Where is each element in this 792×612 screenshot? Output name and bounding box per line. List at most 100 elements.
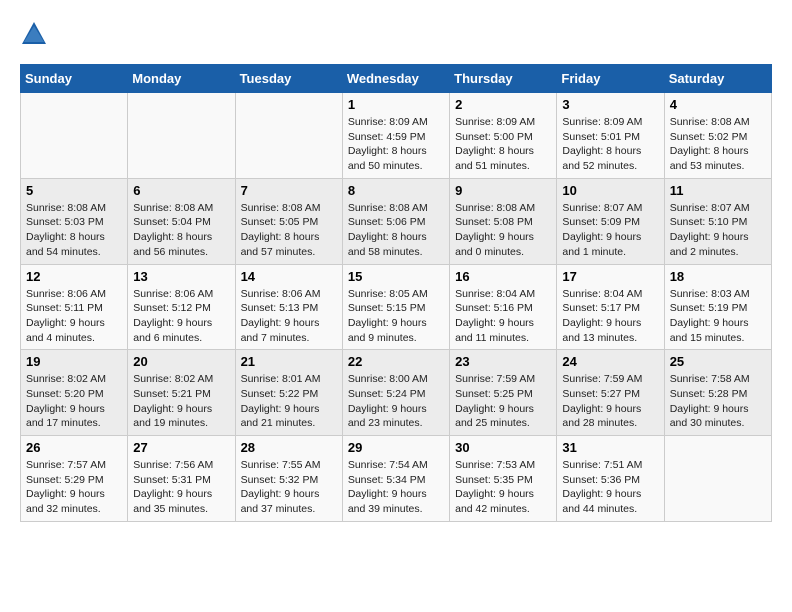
calendar-cell: 15 Sunrise: 8:05 AM Sunset: 5:15 PM Dayli…	[342, 264, 449, 350]
day-info: Sunrise: 8:02 AM Sunset: 5:21 PM Dayligh…	[133, 372, 229, 431]
day-info: Sunrise: 8:02 AM Sunset: 5:20 PM Dayligh…	[26, 372, 122, 431]
calendar-cell: 16 Sunrise: 8:04 AM Sunset: 5:16 PM Dayli…	[450, 264, 557, 350]
day-number: 12	[26, 269, 122, 284]
header-day-friday: Friday	[557, 65, 664, 93]
day-number: 11	[670, 183, 766, 198]
day-info: Sunrise: 7:58 AM Sunset: 5:28 PM Dayligh…	[670, 372, 766, 431]
calendar-cell: 6Sunrise: 8:08 AM Sunset: 5:04 PM Daylig…	[128, 178, 235, 264]
day-number: 2	[455, 97, 551, 112]
calendar-cell	[21, 93, 128, 179]
day-info: Sunrise: 7:54 AM Sunset: 5:34 PM Dayligh…	[348, 458, 444, 517]
day-info: Sunrise: 7:53 AM Sunset: 5:35 PM Dayligh…	[455, 458, 551, 517]
day-info: Sunrise: 7:56 AM Sunset: 5:31 PM Dayligh…	[133, 458, 229, 517]
day-number: 18	[670, 269, 766, 284]
day-info: Sunrise: 8:07 AM Sunset: 5:10 PM Dayligh…	[670, 201, 766, 260]
day-number: 5	[26, 183, 122, 198]
day-number: 13	[133, 269, 229, 284]
day-number: 29	[348, 440, 444, 455]
calendar-table: SundayMondayTuesdayWednesdayThursdayFrid…	[20, 64, 772, 522]
header-day-tuesday: Tuesday	[235, 65, 342, 93]
calendar-cell: 13 Sunrise: 8:06 AM Sunset: 5:12 PM Dayli…	[128, 264, 235, 350]
calendar-cell: 23Sunrise: 7:59 AM Sunset: 5:25 PM Dayli…	[450, 350, 557, 436]
day-number: 3	[562, 97, 658, 112]
day-number: 6	[133, 183, 229, 198]
calendar-cell: 9Sunrise: 8:08 AM Sunset: 5:08 PM Daylig…	[450, 178, 557, 264]
day-info: Sunrise: 8:07 AM Sunset: 5:09 PM Dayligh…	[562, 201, 658, 260]
calendar-cell: 21Sunrise: 8:01 AM Sunset: 5:22 PM Dayli…	[235, 350, 342, 436]
day-info: Sunrise: 8:09 AM Sunset: 4:59 PM Dayligh…	[348, 115, 444, 174]
day-number: 23	[455, 354, 551, 369]
calendar-cell: 14 Sunrise: 8:06 AM Sunset: 5:13 PM Dayli…	[235, 264, 342, 350]
day-info: Sunrise: 8:08 AM Sunset: 5:05 PM Dayligh…	[241, 201, 337, 260]
calendar-cell: 3 Sunrise: 8:09 AM Sunset: 5:01 PM Daylig…	[557, 93, 664, 179]
day-info: Sunrise: 7:51 AM Sunset: 5:36 PM Dayligh…	[562, 458, 658, 517]
day-info: Sunrise: 8:08 AM Sunset: 5:08 PM Dayligh…	[455, 201, 551, 260]
week-row-5: 26Sunrise: 7:57 AM Sunset: 5:29 PM Dayli…	[21, 436, 772, 522]
day-number: 24	[562, 354, 658, 369]
calendar-cell: 20 Sunrise: 8:02 AM Sunset: 5:21 PM Dayli…	[128, 350, 235, 436]
header-day-wednesday: Wednesday	[342, 65, 449, 93]
logo	[20, 20, 52, 48]
day-number: 26	[26, 440, 122, 455]
calendar-cell: 22Sunrise: 8:00 AM Sunset: 5:24 PM Dayli…	[342, 350, 449, 436]
day-info: Sunrise: 8:04 AM Sunset: 5:17 PM Dayligh…	[562, 287, 658, 346]
day-number: 27	[133, 440, 229, 455]
calendar-cell: 18 Sunrise: 8:03 AM Sunset: 5:19 PM Dayli…	[664, 264, 771, 350]
header-day-sunday: Sunday	[21, 65, 128, 93]
calendar-cell	[235, 93, 342, 179]
day-info: Sunrise: 8:08 AM Sunset: 5:06 PM Dayligh…	[348, 201, 444, 260]
day-info: Sunrise: 8:08 AM Sunset: 5:03 PM Dayligh…	[26, 201, 122, 260]
calendar-cell: 26Sunrise: 7:57 AM Sunset: 5:29 PM Dayli…	[21, 436, 128, 522]
logo-icon	[20, 20, 48, 48]
calendar-cell: 25 Sunrise: 7:58 AM Sunset: 5:28 PM Dayli…	[664, 350, 771, 436]
calendar-cell: 30 Sunrise: 7:53 AM Sunset: 5:35 PM Dayli…	[450, 436, 557, 522]
day-number: 20	[133, 354, 229, 369]
day-number: 28	[241, 440, 337, 455]
day-info: Sunrise: 8:06 AM Sunset: 5:13 PM Dayligh…	[241, 287, 337, 346]
calendar-cell: 27 Sunrise: 7:56 AM Sunset: 5:31 PM Dayli…	[128, 436, 235, 522]
calendar-cell	[128, 93, 235, 179]
week-row-2: 5 Sunrise: 8:08 AM Sunset: 5:03 PM Daylig…	[21, 178, 772, 264]
calendar-cell: 4 Sunrise: 8:08 AM Sunset: 5:02 PM Daylig…	[664, 93, 771, 179]
calendar-cell: 1Sunrise: 8:09 AM Sunset: 4:59 PM Daylig…	[342, 93, 449, 179]
day-info: Sunrise: 8:08 AM Sunset: 5:02 PM Dayligh…	[670, 115, 766, 174]
day-number: 16	[455, 269, 551, 284]
day-info: Sunrise: 8:05 AM Sunset: 5:15 PM Dayligh…	[348, 287, 444, 346]
day-info: Sunrise: 8:04 AM Sunset: 5:16 PM Dayligh…	[455, 287, 551, 346]
day-info: Sunrise: 8:09 AM Sunset: 5:01 PM Dayligh…	[562, 115, 658, 174]
calendar-cell: 11 Sunrise: 8:07 AM Sunset: 5:10 PM Dayli…	[664, 178, 771, 264]
calendar-cell: 29 Sunrise: 7:54 AM Sunset: 5:34 PM Dayli…	[342, 436, 449, 522]
day-info: Sunrise: 8:06 AM Sunset: 5:11 PM Dayligh…	[26, 287, 122, 346]
day-info: Sunrise: 7:59 AM Sunset: 5:27 PM Dayligh…	[562, 372, 658, 431]
calendar-cell	[664, 436, 771, 522]
calendar-cell: 17 Sunrise: 8:04 AM Sunset: 5:17 PM Dayli…	[557, 264, 664, 350]
calendar-cell: 2 Sunrise: 8:09 AM Sunset: 5:00 PM Daylig…	[450, 93, 557, 179]
calendar-cell: 7 Sunrise: 8:08 AM Sunset: 5:05 PM Daylig…	[235, 178, 342, 264]
day-number: 31	[562, 440, 658, 455]
day-number: 4	[670, 97, 766, 112]
calendar-cell: 10 Sunrise: 8:07 AM Sunset: 5:09 PM Dayli…	[557, 178, 664, 264]
day-info: Sunrise: 8:03 AM Sunset: 5:19 PM Dayligh…	[670, 287, 766, 346]
day-number: 14	[241, 269, 337, 284]
day-number: 7	[241, 183, 337, 198]
day-number: 10	[562, 183, 658, 198]
header-day-thursday: Thursday	[450, 65, 557, 93]
day-number: 17	[562, 269, 658, 284]
calendar-cell: 12 Sunrise: 8:06 AM Sunset: 5:11 PM Dayli…	[21, 264, 128, 350]
day-info: Sunrise: 8:06 AM Sunset: 5:12 PM Dayligh…	[133, 287, 229, 346]
day-number: 15	[348, 269, 444, 284]
calendar-cell: 28Sunrise: 7:55 AM Sunset: 5:32 PM Dayli…	[235, 436, 342, 522]
week-row-4: 19Sunrise: 8:02 AM Sunset: 5:20 PM Dayli…	[21, 350, 772, 436]
day-number: 30	[455, 440, 551, 455]
week-row-1: 1Sunrise: 8:09 AM Sunset: 4:59 PM Daylig…	[21, 93, 772, 179]
day-number: 22	[348, 354, 444, 369]
calendar-cell: 19Sunrise: 8:02 AM Sunset: 5:20 PM Dayli…	[21, 350, 128, 436]
day-number: 21	[241, 354, 337, 369]
calendar-cell: 8Sunrise: 8:08 AM Sunset: 5:06 PM Daylig…	[342, 178, 449, 264]
header-row: SundayMondayTuesdayWednesdayThursdayFrid…	[21, 65, 772, 93]
header-day-monday: Monday	[128, 65, 235, 93]
day-info: Sunrise: 8:09 AM Sunset: 5:00 PM Dayligh…	[455, 115, 551, 174]
calendar-cell: 24 Sunrise: 7:59 AM Sunset: 5:27 PM Dayli…	[557, 350, 664, 436]
day-number: 25	[670, 354, 766, 369]
header	[20, 20, 772, 48]
